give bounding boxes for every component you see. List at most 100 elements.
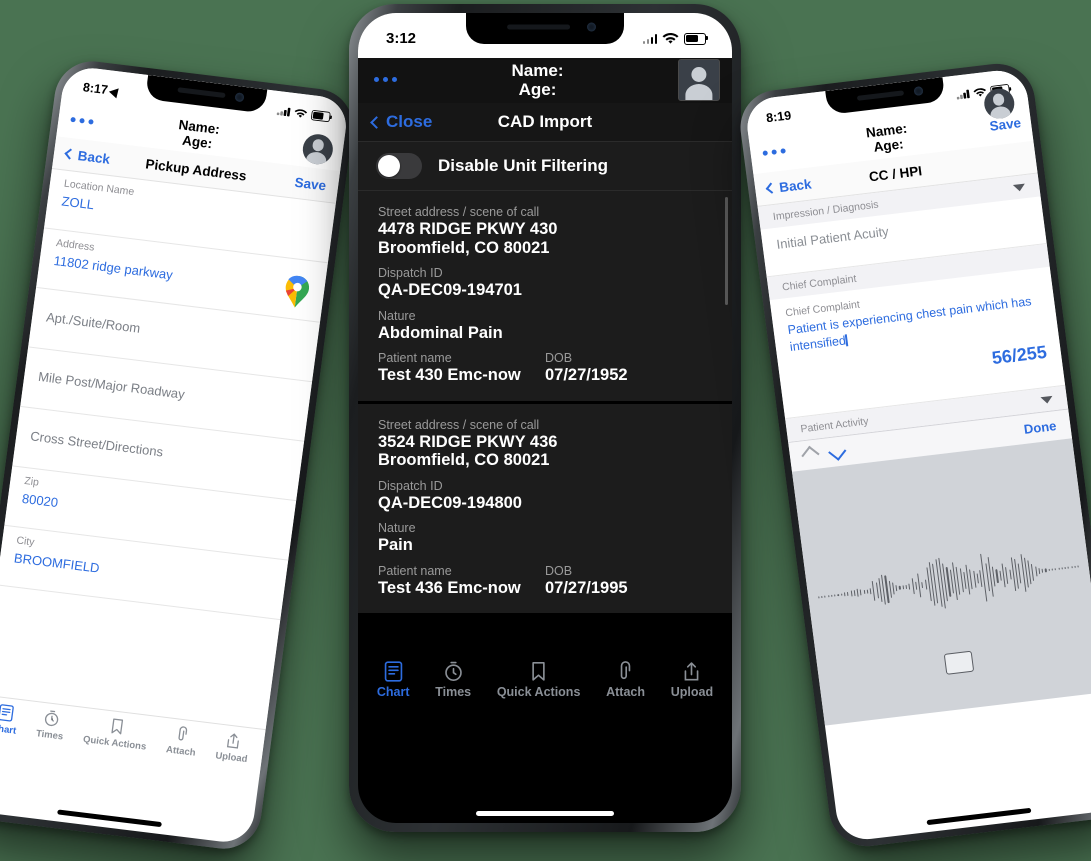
patient-header: Name: Age: [407,61,668,99]
patient-name-field: Patient name Test 430 Emc-now [378,351,545,385]
cad-record-row[interactable]: Street address / scene of call 4478 RIDG… [358,191,732,401]
wifi-icon [972,87,986,97]
field-value: Pain [378,536,413,554]
tab-quick-actions[interactable]: Quick Actions [496,661,581,699]
tab-label: Times [435,685,472,699]
tab-times[interactable]: Times [435,661,471,699]
chevron-left-icon [370,115,383,129]
patient-dob-row: Patient name Test 430 Emc-now DOB 07/27/… [378,351,712,385]
cad-record-row[interactable]: Street address / scene of call 3524 RIDG… [358,403,732,613]
phone-right-screen: 8:19 Name: Age: Save Back CC / HPI Impre… [743,67,1091,843]
wifi-icon [293,108,307,118]
dictation-panel[interactable] [791,438,1091,726]
battery-icon [309,109,330,123]
disable-unit-filtering-row[interactable]: Disable Unit Filtering [358,142,732,191]
home-indicator[interactable] [926,807,1032,826]
bookmark-icon [532,662,545,681]
field-value-line1: 3524 RIDGE PKWY 436 [378,432,558,451]
cellular-signal-icon [276,106,290,117]
chevron-down-icon[interactable] [1040,395,1054,404]
tab-chart[interactable]: Chart [0,703,19,737]
tab-quick-actions[interactable]: Quick Actions [82,714,149,753]
front-camera [586,22,596,32]
location-arrow-icon [109,84,123,98]
earpiece-speaker [856,89,905,101]
earpiece-speaker [177,86,226,98]
chevron-down-icon[interactable] [828,442,847,461]
field-label: DOB [545,563,573,578]
chevron-down-icon[interactable] [1012,183,1026,192]
field-placeholder: Cross Street/Directions [29,428,165,460]
close-button-label: Close [386,112,433,131]
done-button[interactable]: Done [1023,418,1057,437]
save-button[interactable]: Save [294,174,327,193]
tab-label: Times [35,728,64,743]
phone-center-screen: 3:12 Name: Age: Close CAD Import Disable… [358,13,732,823]
battery-icon [684,32,709,45]
dispatch-id-field: Dispatch ID QA-DEC09-194800 [378,479,712,513]
field-placeholder: Apt./Suite/Room [45,309,142,336]
nav-bar-center: Close CAD Import [358,103,732,142]
home-indicator[interactable] [476,811,614,816]
patient-age-label: Age: [518,79,557,99]
keyboard-icon[interactable] [943,650,975,675]
home-indicator[interactable] [57,809,162,828]
tab-label: Quick Actions [82,734,147,753]
front-camera [913,85,924,96]
earpiece-speaker [507,24,571,30]
user-avatar-icon[interactable] [678,58,720,101]
upload-share-icon [227,733,240,749]
overflow-menu-icon[interactable] [70,116,94,125]
disable-unit-filtering-toggle[interactable] [376,153,422,179]
address-field: Street address / scene of call 3524 RIDG… [378,418,712,470]
app-bar-center: Name: Age: [358,58,732,103]
overflow-menu-icon[interactable] [374,77,397,82]
tab-label: Quick Actions [496,685,581,699]
cad-import-list[interactable]: Street address / scene of call 4478 RIDG… [358,191,732,653]
tab-label: Attach [606,685,646,699]
status-time-text: 8:17 [82,80,109,98]
dob-field: DOB 07/27/1995 [545,564,712,598]
patient-name-field: Patient name Test 436 Emc-now [378,564,545,598]
overflow-menu-icon[interactable] [762,147,786,156]
scrollbar[interactable] [725,197,728,305]
cellular-signal-icon [955,89,969,100]
tab-upload[interactable]: Upload [671,661,713,699]
field-label: Nature [378,521,416,535]
tab-label: Attach [165,744,197,759]
field-label: Street address / scene of call [378,205,540,219]
user-avatar-icon[interactable] [300,132,335,166]
tab-upload[interactable]: Upload [215,730,251,765]
section-header-label: Chief Complaint [781,272,858,294]
close-button[interactable]: Close [370,112,433,132]
field-label: DOB [545,351,573,365]
upload-share-icon [685,662,699,681]
dispatch-id-field: Dispatch ID QA-DEC09-194701 [378,266,712,300]
field-label: Dispatch ID [378,266,443,280]
chart-document-icon [384,661,402,682]
dob-field: DOB 07/27/1952 [545,351,712,385]
field-value: QA-DEC09-194800 [378,493,522,512]
status-time-text: 3:12 [386,30,417,47]
tab-attach[interactable]: Attach [165,724,198,759]
stopwatch-icon [45,710,59,727]
cellular-signal-icon [642,33,657,44]
paperclip-icon [620,661,631,680]
phone-center: 3:12 Name: Age: Close CAD Import Disable… [349,4,741,832]
phone-left-screen: 8:17 Name: Age: Back Pickup Address Save… [0,64,350,846]
tab-attach[interactable]: Attach [606,661,645,699]
audio-waveform [803,526,1091,639]
phone-right: 8:19 Name: Age: Save Back CC / HPI Impre… [735,59,1091,851]
field-placeholder: Mile Post/Major Roadway [37,368,186,402]
field-label: Patient name [378,563,452,578]
google-maps-pin-icon[interactable] [282,272,312,309]
chevron-up-icon[interactable] [801,445,820,465]
tab-chart[interactable]: Chart [377,661,410,699]
toggle-label: Disable Unit Filtering [438,156,609,175]
tab-times[interactable]: Times [35,708,66,742]
front-camera [234,91,246,102]
tab-label: Chart [0,722,17,737]
nature-field: Nature Abdominal Pain [378,309,712,343]
phone-left: 8:17 Name: Age: Back Pickup Address Save… [0,57,358,853]
status-time: 8:17 [82,76,123,98]
